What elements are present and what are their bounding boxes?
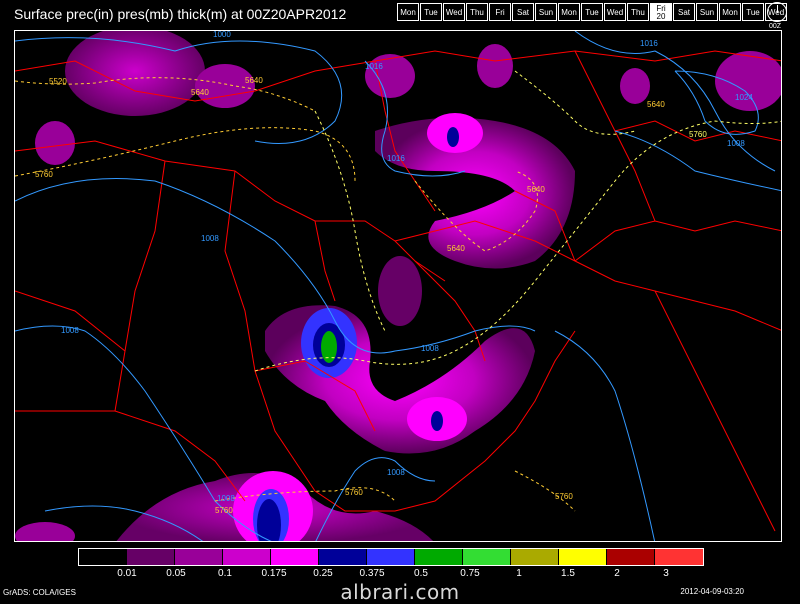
pressure-label: 1008 xyxy=(201,234,219,243)
day-label: Wed xyxy=(445,8,463,17)
weather-map: 1000 1016 1016 1016 1024 1008 1008 1008 … xyxy=(14,30,782,542)
colorbar-swatch xyxy=(511,549,559,565)
colorbar-label: 2 xyxy=(614,568,620,579)
colorbar-swatch xyxy=(223,549,271,565)
colorbar-label: 0.375 xyxy=(359,568,385,579)
thickness-label: 5760 xyxy=(215,506,233,515)
day-cell[interactable]: Sun xyxy=(535,3,557,21)
timestamp: 2012-04-09-03:20 xyxy=(680,587,744,596)
day-label: Fri xyxy=(495,8,505,17)
day-number: 20 xyxy=(656,12,666,21)
clock-label: 00Z xyxy=(769,23,782,30)
day-cell[interactable]: Tue xyxy=(420,3,442,21)
thickness-label: 5520 xyxy=(49,77,67,86)
day-label: Thu xyxy=(631,8,645,17)
day-cell[interactable]: Wed xyxy=(443,3,465,21)
colorbar-label: 0.5 xyxy=(414,568,428,579)
colorbar-swatch xyxy=(415,549,463,565)
thickness-label: 5760 xyxy=(35,170,53,179)
forecast-day-bar: Mon Tue Wed Thu Fri Sat Sun Mon Tue Wed Thu Fri 20 Sa… xyxy=(397,3,788,21)
precipitation-areas xyxy=(15,31,781,541)
thickness-label: 5640 xyxy=(447,244,465,253)
pressure-label: 1008 xyxy=(217,494,235,503)
day-label: Tue xyxy=(585,8,599,17)
colorbar-swatch xyxy=(271,549,319,565)
pressure-label: 1016 xyxy=(365,62,383,71)
day-cell[interactable]: Fri 20 xyxy=(650,3,672,21)
colorbar-label: 0.1 xyxy=(218,568,232,579)
thickness-label: 5760 xyxy=(689,130,707,139)
day-label: Sun xyxy=(538,8,554,17)
day-cell[interactable]: Wed xyxy=(604,3,626,21)
colorbar-label: 3 xyxy=(663,568,669,579)
day-cell[interactable]: Sun xyxy=(696,3,718,21)
day-cell[interactable]: Fri xyxy=(489,3,511,21)
colorbar-swatch xyxy=(127,549,175,565)
day-cell[interactable]: Tue xyxy=(742,3,764,21)
pressure-label: 1008 xyxy=(61,326,79,335)
thickness-label: 5640 xyxy=(647,100,665,109)
colorbar-swatch xyxy=(319,549,367,565)
thickness-label: 5640 xyxy=(527,185,545,194)
pressure-label: 1008 xyxy=(387,468,405,477)
day-cell[interactable]: Thu xyxy=(627,3,649,21)
pressure-label: 1024 xyxy=(735,93,753,102)
colorbar-label: 1.5 xyxy=(561,568,575,579)
pressure-label: 1008 xyxy=(727,139,745,148)
colorbar-swatch xyxy=(559,549,607,565)
day-cell[interactable]: Tue xyxy=(581,3,603,21)
day-cell[interactable]: Sat xyxy=(673,3,695,21)
day-label: Tue xyxy=(424,8,438,17)
day-label: Sat xyxy=(677,8,690,17)
day-label: Mon xyxy=(722,8,738,17)
day-label: Mon xyxy=(561,8,577,17)
thickness-label: 5760 xyxy=(555,492,573,501)
colorbar-label: 0.01 xyxy=(117,568,137,579)
pressure-label: 1016 xyxy=(387,154,405,163)
day-cell[interactable]: Mon xyxy=(558,3,580,21)
colorbar-label: 0.75 xyxy=(460,568,480,579)
day-label: Thu xyxy=(470,8,484,17)
precip-colorbar xyxy=(78,548,704,566)
colorbar-swatch xyxy=(79,549,127,565)
day-cell[interactable]: Thu xyxy=(466,3,488,21)
day-label: Sat xyxy=(516,8,529,17)
pressure-label: 1008 xyxy=(421,344,439,353)
pressure-label: 1016 xyxy=(640,39,658,48)
thickness-label: 5640 xyxy=(245,76,263,85)
day-label: Wed xyxy=(606,8,624,17)
day-label: Tue xyxy=(746,8,760,17)
day-cell[interactable]: Sat xyxy=(512,3,534,21)
colorbar-label: 0.25 xyxy=(313,568,333,579)
colorbar-swatch xyxy=(367,549,415,565)
day-label: Sun xyxy=(699,8,715,17)
pressure-label: 1000 xyxy=(213,31,231,39)
day-cell[interactable]: Mon xyxy=(719,3,741,21)
thickness-label: 5760 xyxy=(345,488,363,497)
map-title: Surface prec(in) pres(mb) thick(m) at 00… xyxy=(14,6,347,22)
colorbar-swatch xyxy=(607,549,655,565)
clock-icon xyxy=(767,2,787,22)
day-cell[interactable]: Mon xyxy=(397,3,419,21)
colorbar-label: 0.175 xyxy=(261,568,287,579)
colorbar-label: 0.05 xyxy=(166,568,186,579)
colorbar-swatch xyxy=(463,549,511,565)
map-canvas: 1000 1016 1016 1016 1024 1008 1008 1008 … xyxy=(15,31,781,541)
thickness-label: 5640 xyxy=(191,88,209,97)
colorbar-swatch xyxy=(175,549,223,565)
day-label: Mon xyxy=(400,8,416,17)
colorbar-swatch xyxy=(655,549,703,565)
colorbar-label: 1 xyxy=(516,568,522,579)
